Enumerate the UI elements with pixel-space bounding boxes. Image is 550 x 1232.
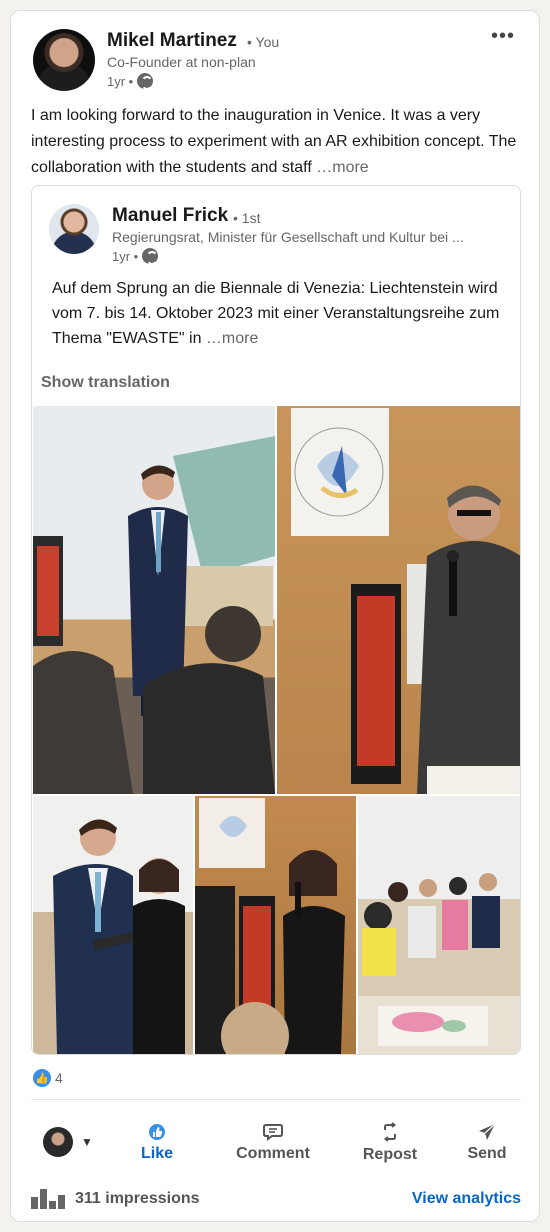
photo-2[interactable] [277, 406, 520, 794]
author-name[interactable]: Mikel Martinez [107, 30, 237, 52]
reactions-summary[interactable]: 👍 4 [33, 1069, 63, 1087]
connection-degree: • 1st [233, 210, 261, 226]
reshare-body: Auf dem Sprung an die Biennale di Venezi… [52, 280, 500, 347]
reshare-text: Auf dem Sprung an die Biennale di Venezi… [52, 276, 512, 351]
photo-3[interactable] [33, 796, 193, 1054]
more-horizontal-icon[interactable]: ••• [491, 25, 515, 48]
author-avatar[interactable] [33, 29, 95, 91]
bar-chart-icon [31, 1189, 65, 1209]
like-label: Like [140, 1145, 173, 1162]
reaction-count: 4 [55, 1070, 63, 1086]
impressions-label: 311 impressions [75, 1190, 200, 1207]
action-bar: ▼ Like Comment Repost Send [31, 1111, 521, 1175]
repost-label: Repost [362, 1146, 418, 1163]
reshare-author-name[interactable]: Manuel Frick [112, 205, 228, 227]
post-text: I am looking forward to the inauguration… [31, 103, 521, 181]
globe-icon [137, 73, 154, 90]
reshare-meta: 1yr • [112, 248, 159, 265]
like-button[interactable]: Like [112, 1111, 202, 1175]
chevron-down-icon: ▼ [81, 1135, 93, 1149]
comment-label: Comment [236, 1145, 310, 1162]
post-time: 1yr • [107, 73, 134, 89]
comment-icon [263, 1123, 283, 1141]
thumbs-up-icon [148, 1123, 166, 1141]
comment-button[interactable]: Comment [228, 1111, 318, 1175]
photo-1[interactable] [33, 406, 275, 794]
author-headline: Co-Founder at non-plan [107, 54, 256, 70]
show-translation-button[interactable]: Show translation [41, 374, 170, 392]
divider [31, 1099, 521, 1100]
repost-button[interactable]: Repost [345, 1111, 435, 1175]
actor-switcher[interactable]: ▼ [43, 1127, 93, 1157]
reshare-time: 1yr • [112, 248, 139, 264]
post-meta: 1yr • [107, 73, 154, 90]
actor-avatar [43, 1127, 73, 1157]
globe-icon [142, 248, 159, 265]
send-icon [478, 1123, 496, 1141]
photo-4[interactable] [195, 796, 356, 1054]
repost-icon [381, 1122, 399, 1142]
reshare-author-headline: Regierungsrat, Minister für Gesellschaft… [112, 229, 464, 245]
reshare-see-more-link[interactable]: …more [206, 330, 258, 347]
send-button[interactable]: Send [442, 1111, 532, 1175]
author-badge: • You [247, 34, 280, 50]
view-analytics-link[interactable]: View analytics [412, 1190, 521, 1208]
impressions[interactable]: 311 impressions [31, 1189, 200, 1209]
reshared-post[interactable]: Manuel Frick • 1st Regierungsrat, Minist… [31, 185, 521, 1055]
send-label: Send [467, 1145, 507, 1162]
post-card: Mikel Martinez • You Co-Founder at non-p… [10, 10, 540, 1222]
reshare-author-avatar[interactable] [49, 204, 99, 254]
see-more-link[interactable]: …more [316, 159, 368, 176]
post-footer: 311 impressions View analytics [31, 1181, 521, 1217]
photo-5[interactable] [358, 796, 520, 1054]
post-body: I am looking forward to the inauguration… [31, 107, 517, 176]
like-reaction-icon: 👍 [33, 1069, 51, 1087]
